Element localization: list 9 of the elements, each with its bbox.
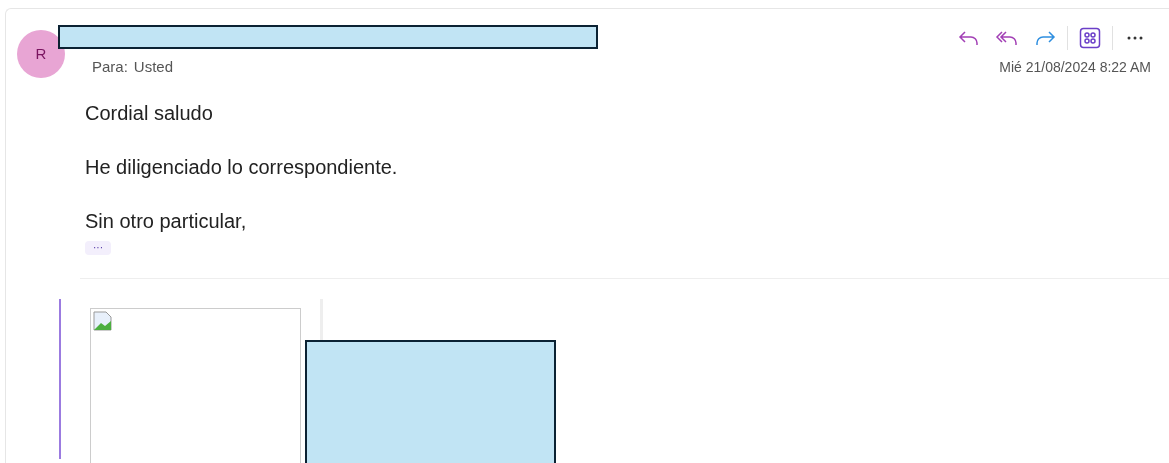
date-time: Mié 21/08/2024 8:22 AM — [999, 57, 1151, 77]
broken-image-icon — [93, 310, 113, 331]
recipient-label: Para: — [92, 57, 128, 77]
body-paragraph: He diligenciado lo correspondiente. — [85, 154, 399, 179]
recipient-name[interactable]: Usted — [133, 56, 174, 79]
show-more-button[interactable]: ··· — [85, 240, 111, 255]
body-paragraph: Sin otro particular, — [85, 208, 248, 233]
body-paragraph: Cordial saludo — [85, 100, 214, 125]
avatar: R — [17, 30, 65, 78]
